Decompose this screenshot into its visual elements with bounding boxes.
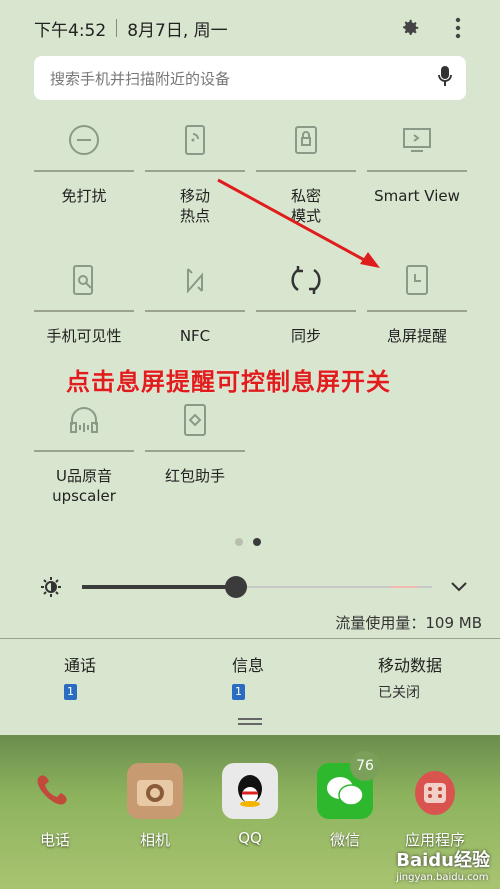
page-dot[interactable]: [235, 538, 243, 546]
app-label: 电话: [39, 831, 70, 849]
panel-drag-handle[interactable]: [238, 718, 262, 726]
divider: [0, 638, 500, 639]
app-label: 微信: [329, 831, 360, 849]
red-envelope-icon: [145, 396, 245, 444]
tile-underline: [367, 310, 467, 312]
baidu-watermark: Baidu经验 jingyan.baidu.com: [396, 846, 490, 883]
mobile-data-title: 移动数据: [378, 656, 443, 675]
message-sim-info[interactable]: 信息 1: [232, 652, 392, 700]
dock-app-qq[interactable]: QQ: [205, 763, 295, 847]
notification-badge: 76: [350, 751, 380, 781]
mobile-data-info[interactable]: 移动数据 已关闭: [378, 652, 500, 702]
page-dot-active[interactable]: [253, 538, 261, 546]
tile-underline: [256, 310, 356, 312]
app-drawer-icon: [407, 763, 463, 819]
tile-label: 手机可见性: [46, 327, 122, 345]
dock-app-camera[interactable]: 相机: [110, 763, 200, 850]
tile-label: U品原音 upscaler: [52, 467, 116, 505]
tile-label: 息屏提醒: [386, 327, 447, 345]
data-usage: 流量使用量：109 MB: [335, 614, 482, 632]
brightness-track-end: [390, 586, 418, 588]
call-sim-info[interactable]: 通话 1: [64, 652, 224, 700]
tile-underline: [145, 310, 245, 312]
uhq-upscaler-icon: [34, 396, 134, 444]
brightness-fill: [82, 585, 236, 589]
tile-underline: [34, 310, 134, 312]
home-screen-dock: 电话 相机 QQ 76 微信 应用程序 Baidu经验 jingyan.baid…: [0, 735, 500, 889]
sim-card-icon: 1: [64, 684, 77, 700]
dock-app-phone[interactable]: 电话: [10, 763, 100, 850]
dock-app-wechat[interactable]: 76 微信: [300, 751, 390, 850]
annotation-arrow: [217, 178, 380, 268]
phone-app-icon: [27, 763, 83, 819]
call-title: 通话: [64, 656, 97, 675]
tile-red-envelope[interactable]: 红包助手: [145, 396, 245, 486]
camera-app-icon: [127, 763, 183, 819]
qq-app-icon: [222, 763, 278, 819]
watermark-url: jingyan.baidu.com: [396, 872, 489, 883]
brightness-control: [40, 572, 470, 602]
tile-label: 同步: [290, 327, 321, 345]
chevron-down-icon[interactable]: [450, 578, 468, 597]
page-indicator: [235, 538, 261, 546]
app-label: 相机: [139, 831, 170, 849]
mobile-data-status: 已关闭: [378, 685, 420, 701]
notification-panel: 下午4:52 8月7日, 周一 搜索手机并扫描附近的设备 免打扰 移动 热点 私…: [0, 0, 500, 735]
sim-card-icon: 1: [232, 684, 245, 700]
tile-label: 红包助手: [164, 467, 225, 485]
brightness-icon: [40, 576, 62, 602]
app-label: QQ: [238, 829, 262, 847]
tile-underline: [145, 450, 245, 452]
dock-app-drawer[interactable]: 应用程序: [390, 763, 480, 850]
message-title: 信息: [232, 656, 265, 675]
watermark-brand: Baidu经验: [396, 850, 490, 871]
tile-uhq-upscaler[interactable]: U品原音 upscaler: [34, 396, 134, 506]
annotation-text: 点击息屏提醒可控制息屏开关: [66, 367, 391, 396]
brightness-slider-knob[interactable]: [225, 576, 247, 598]
tile-underline: [34, 450, 134, 452]
tile-label: NFC: [179, 327, 211, 345]
